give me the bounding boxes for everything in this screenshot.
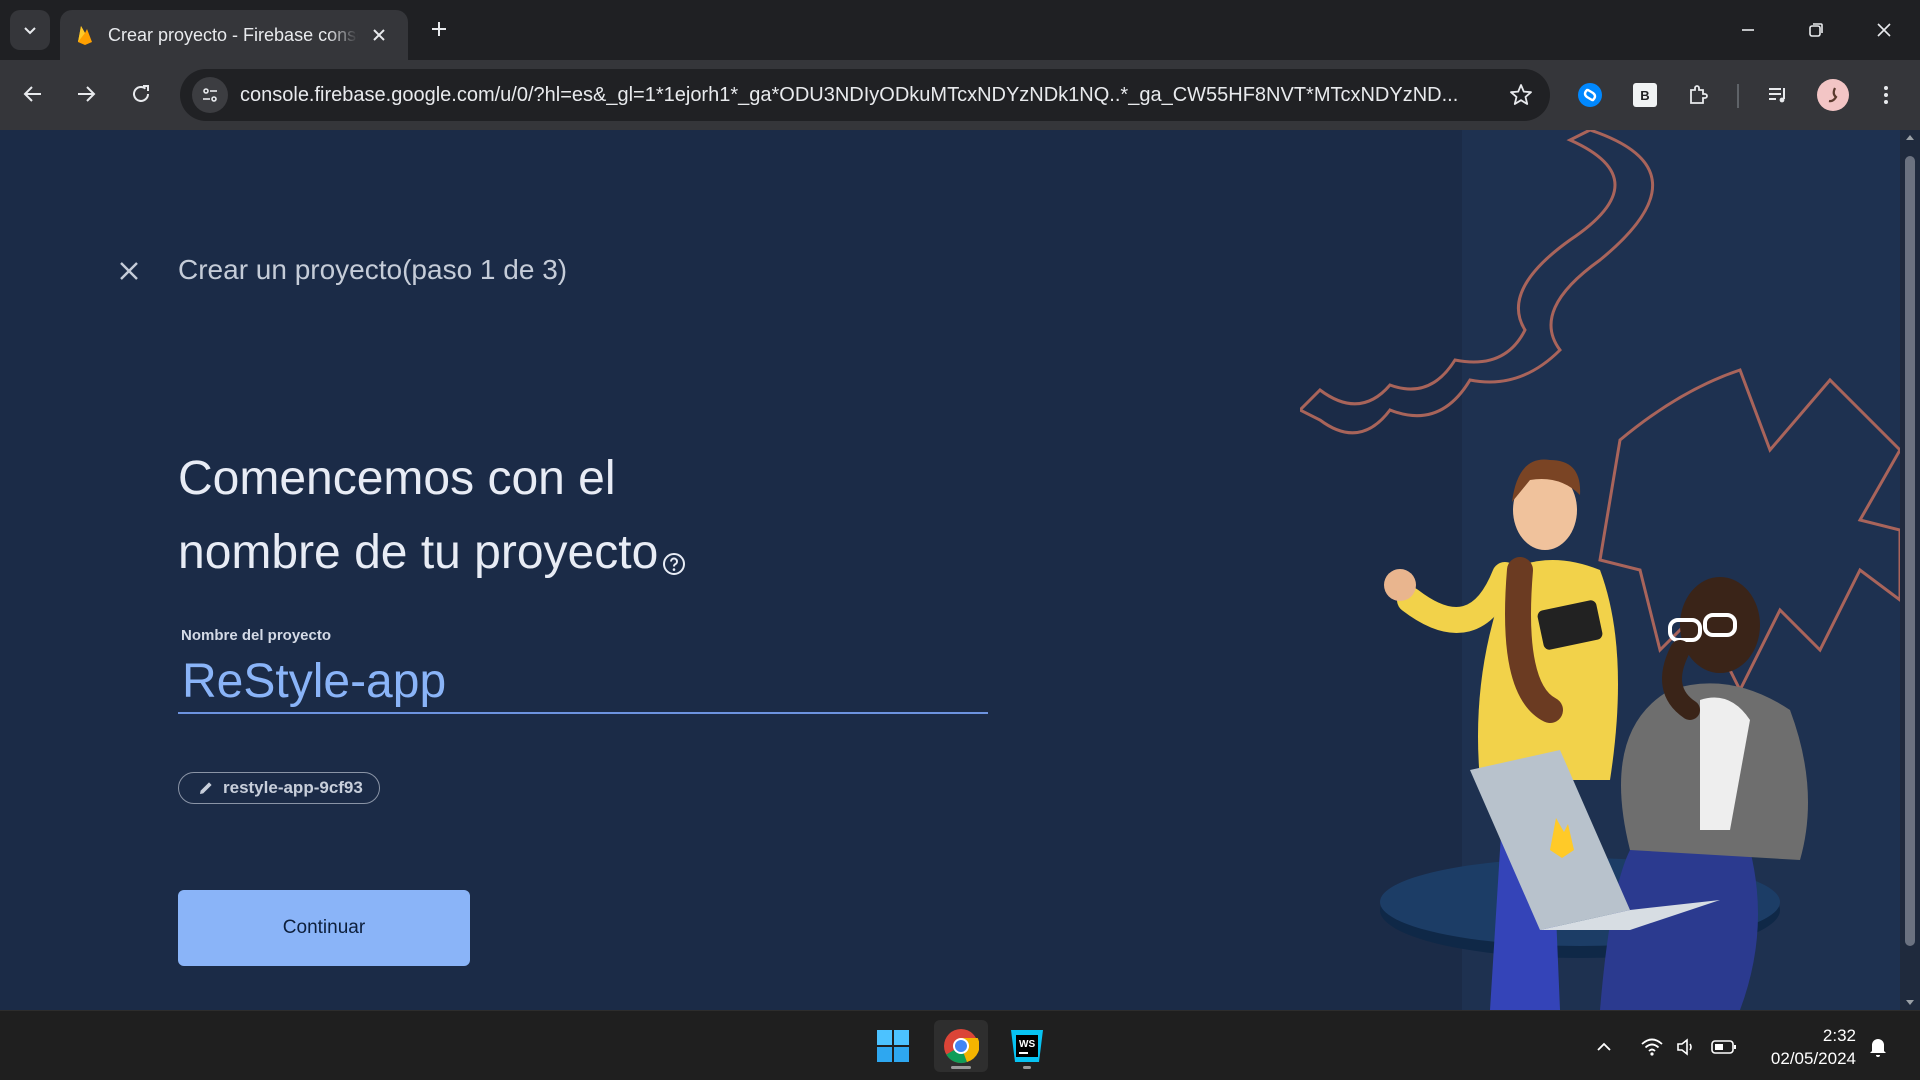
headline-line-2-wrap: nombre de tu proyecto [178,516,818,590]
project-name-label: Nombre del proyecto [181,627,332,644]
windows-logo-icon [877,1030,909,1062]
project-name-input[interactable] [178,650,988,714]
webstorm-icon: WS [1011,1030,1043,1062]
toolbar-separator [1737,84,1739,108]
profile-avatar[interactable] [1815,77,1851,113]
close-tab-icon[interactable] [366,22,392,48]
bookmark-star-icon[interactable] [1508,82,1534,108]
arrow-left-icon [23,86,41,102]
wifi-icon[interactable] [1638,1033,1666,1061]
man-hand [1662,640,1700,720]
wizard-step-title: Crear un proyecto(paso 1 de 3) [178,254,568,285]
man-face [1680,577,1760,673]
browser-tab-active[interactable]: Crear proyecto - Firebase console [60,10,408,60]
help-icon[interactable] [662,524,686,575]
reload-icon [133,85,149,102]
close-wizard-icon[interactable] [112,254,146,288]
notification-bell-icon[interactable] [1864,1033,1892,1061]
running-indicator [1023,1066,1031,1069]
taskbar-chrome[interactable] [934,1020,988,1072]
browser-toolbar: console.firebase.google.com/u/0/?hl=es&_… [0,60,1920,130]
back-button[interactable] [13,74,53,114]
page-scrollbar[interactable] [1900,130,1920,1010]
b-extension-label: B [1633,83,1657,107]
active-indicator [951,1066,971,1069]
tab-search-button[interactable] [10,10,50,50]
system-clock[interactable]: 2:32 02/05/2024 [1752,1024,1856,1070]
battery-icon[interactable] [1710,1033,1738,1061]
chrome-icon [944,1029,979,1064]
new-tab-button[interactable] [424,14,454,44]
tab-title: Crear proyecto - Firebase console [108,24,358,45]
headline-line-1: Comencemos con el [178,452,616,505]
close-icon [1877,23,1891,37]
b-extension-icon[interactable]: B [1627,77,1663,113]
restore-button[interactable] [1790,8,1842,52]
url-text[interactable]: console.firebase.google.com/u/0/?hl=es&_… [240,84,1460,107]
avatar [1817,79,1849,111]
tray-overflow-icon[interactable] [1590,1033,1618,1061]
headline-line-2: nombre de tu proyecto [178,526,659,579]
scroll-thumb[interactable] [1905,156,1915,946]
clock-date: 02/05/2024 [1770,1049,1856,1068]
volume-icon[interactable] [1672,1033,1700,1061]
minimize-icon [1742,29,1754,31]
svg-text:WS: WS [1019,1039,1035,1050]
decor-shape-top [1300,130,1655,435]
plus-icon [432,22,446,36]
scroll-up-icon[interactable] [1900,130,1920,144]
page-headline: Comencemos con el nombre de tu proyecto [178,442,818,590]
tab-strip: Crear proyecto - Firebase console [0,0,1920,60]
taskbar-webstorm[interactable]: WS [1000,1020,1054,1072]
windows-taskbar: WS 2:32 02/05/2024 [0,1010,1920,1080]
puzzle-icon[interactable] [1681,77,1717,113]
close-window-button[interactable] [1858,8,1910,52]
woman-arm [1397,562,1518,633]
project-id-chip[interactable]: restyle-app-9cf93 [178,772,380,804]
minimize-button[interactable] [1722,8,1774,52]
restore-icon [1809,23,1823,37]
project-id-text: restyle-app-9cf93 [223,778,363,797]
media-control-icon[interactable] [1760,77,1796,113]
woman-hand [1384,569,1416,601]
start-button[interactable] [866,1020,920,1072]
site-info-icon[interactable] [192,77,228,113]
address-bar[interactable]: console.firebase.google.com/u/0/?hl=es&_… [180,69,1550,121]
browser-menu-icon[interactable] [1868,77,1904,113]
clock-time: 2:32 [1822,1026,1856,1045]
scroll-down-icon[interactable] [1900,996,1920,1010]
forward-button[interactable] [66,74,106,114]
pencil-icon [200,782,212,794]
continue-button[interactable]: Continuar [178,890,470,966]
illustration-people-laptop [1300,130,1900,1010]
shazam-icon[interactable] [1572,77,1608,113]
firebase-create-project-page: Crear un proyecto(paso 1 de 3) Comencemo… [0,130,1900,1010]
arrow-right-icon [78,86,96,102]
reload-button[interactable] [121,74,161,114]
chevron-down-icon [24,27,36,35]
firebase-icon [74,24,96,46]
